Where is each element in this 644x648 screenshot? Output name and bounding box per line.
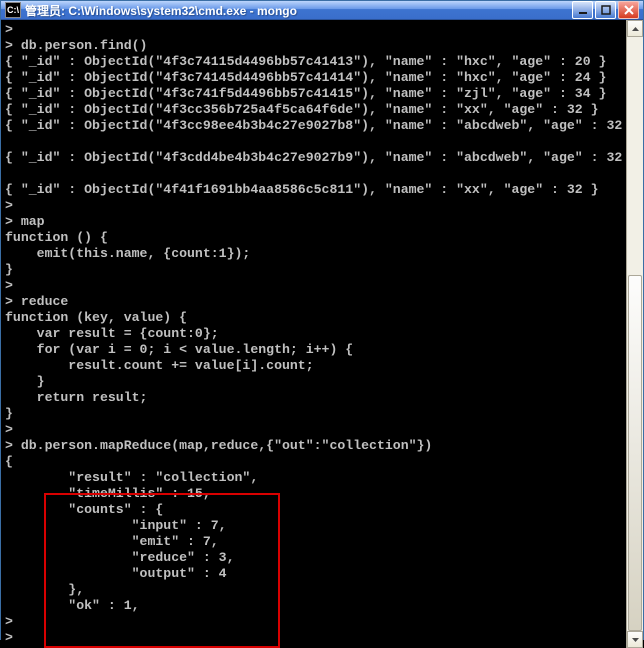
client-area: > > db.person.find() { "_id" : ObjectId(… <box>1 20 643 648</box>
chevron-up-icon <box>632 27 639 31</box>
terminal-output[interactable]: > > db.person.find() { "_id" : ObjectId(… <box>1 20 626 648</box>
scroll-track[interactable] <box>627 37 643 631</box>
minimize-icon <box>578 5 588 15</box>
scroll-thumb[interactable] <box>628 275 642 631</box>
maximize-button[interactable] <box>595 1 616 19</box>
close-button[interactable] <box>618 1 639 19</box>
maximize-icon <box>601 5 611 15</box>
titlebar[interactable]: C:\ 管理员: C:\Windows\system32\cmd.exe - m… <box>1 1 643 20</box>
window-frame: C:\ 管理员: C:\Windows\system32\cmd.exe - m… <box>0 0 644 640</box>
vertical-scrollbar[interactable] <box>626 20 643 648</box>
cmd-icon: C:\ <box>5 2 21 18</box>
window-title: 管理员: C:\Windows\system32\cmd.exe - mongo <box>25 2 572 19</box>
minimize-button[interactable] <box>572 1 593 19</box>
window-buttons <box>572 1 639 19</box>
scroll-up-button[interactable] <box>627 20 643 37</box>
close-icon <box>624 5 634 15</box>
